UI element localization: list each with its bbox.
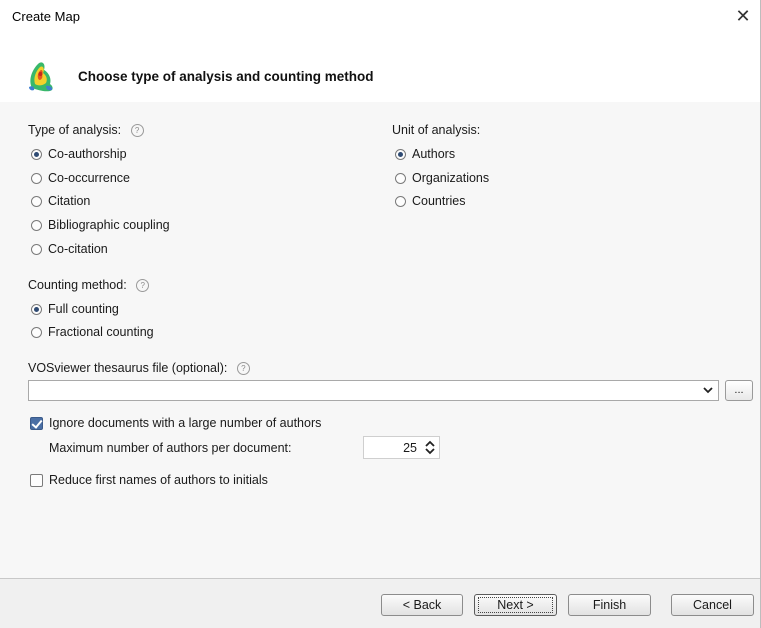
radio-full-counting[interactable]: Full counting: [31, 302, 119, 316]
radio-label: Co-occurrence: [48, 171, 130, 185]
title-bar: Create Map ✕: [0, 0, 760, 32]
radio-button[interactable]: [395, 148, 406, 160]
unit-of-analysis-heading: Unit of analysis:: [392, 123, 481, 137]
radio-authors[interactable]: Authors: [395, 147, 455, 161]
radio-co-authorship[interactable]: Co-authorship: [31, 147, 127, 161]
radio-bibliographic-coupling[interactable]: Bibliographic coupling: [31, 218, 170, 232]
radio-fractional-counting[interactable]: Fractional counting: [31, 325, 154, 339]
reduce-names-label: Reduce first names of authors to initial…: [49, 473, 268, 487]
thesaurus-file-combo[interactable]: [28, 380, 719, 401]
focus-ring: [478, 597, 553, 613]
radio-label: Countries: [412, 194, 466, 208]
radio-label: Full counting: [48, 302, 119, 316]
chevron-down-icon[interactable]: [702, 383, 714, 397]
help-icon[interactable]: ?: [136, 279, 150, 292]
radio-label: Co-authorship: [48, 147, 127, 161]
radio-button[interactable]: [31, 243, 42, 255]
radio-button[interactable]: [31, 219, 42, 231]
next-button[interactable]: Next >: [474, 594, 557, 616]
dialog-content: Type of analysis: ? Co-authorship Co-occ…: [0, 102, 760, 578]
close-icon: ✕: [735, 5, 751, 26]
radio-countries[interactable]: Countries: [395, 194, 466, 208]
back-button[interactable]: < Back: [381, 594, 463, 616]
radio-co-citation[interactable]: Co-citation: [31, 242, 108, 256]
type-of-analysis-label: Type of analysis:: [28, 123, 122, 137]
vosviewer-logo-icon: [29, 62, 53, 92]
radio-co-occurrence[interactable]: Co-occurrence: [31, 171, 130, 185]
ignore-large-documents-checkbox[interactable]: [30, 416, 43, 430]
radio-citation[interactable]: Citation: [31, 194, 90, 208]
reduce-names-checkbox-row[interactable]: Reduce first names of authors to initial…: [30, 473, 268, 487]
window-title: Create Map: [12, 9, 80, 24]
radio-button[interactable]: [31, 303, 42, 315]
radio-label: Organizations: [412, 171, 490, 185]
help-icon[interactable]: ?: [236, 362, 250, 375]
radio-label: Bibliographic coupling: [48, 218, 170, 232]
cancel-button[interactable]: Cancel: [671, 594, 754, 616]
finish-button[interactable]: Finish: [568, 594, 651, 616]
radio-button[interactable]: [31, 172, 42, 184]
radio-button[interactable]: [395, 172, 406, 184]
type-of-analysis-heading: Type of analysis: ?: [28, 123, 144, 137]
radio-label: Citation: [48, 194, 91, 208]
radio-label: Authors: [412, 147, 456, 161]
radio-label: Co-citation: [48, 242, 108, 256]
ignore-large-documents-label: Ignore documents with a large number of …: [49, 416, 322, 430]
radio-button[interactable]: [31, 326, 42, 338]
ignore-large-documents-checkbox-row[interactable]: Ignore documents with a large number of …: [30, 416, 321, 430]
thesaurus-heading: VOSviewer thesaurus file (optional): ?: [28, 361, 250, 375]
dialog-header: Choose type of analysis and counting met…: [0, 52, 760, 103]
browse-button[interactable]: ...: [725, 380, 753, 401]
max-authors-label: Maximum number of authors per document:: [49, 441, 292, 455]
create-map-dialog: Create Map ✕ Choose type of analysis and…: [0, 0, 761, 628]
help-icon[interactable]: ?: [130, 124, 144, 137]
spinner-arrows-icon[interactable]: [424, 439, 436, 456]
radio-button[interactable]: [31, 195, 42, 207]
thesaurus-label: VOSviewer thesaurus file (optional):: [28, 361, 228, 375]
radio-button[interactable]: [31, 148, 42, 160]
max-authors-spinner[interactable]: 25: [363, 436, 440, 459]
counting-method-label: Counting method:: [28, 278, 127, 292]
reduce-names-checkbox[interactable]: [30, 473, 43, 487]
header-title: Choose type of analysis and counting met…: [78, 69, 374, 84]
dialog-footer: < Back Next > Finish Cancel: [0, 578, 760, 628]
close-button[interactable]: ✕: [726, 0, 760, 32]
radio-organizations[interactable]: Organizations: [395, 171, 489, 185]
radio-button[interactable]: [395, 195, 406, 207]
radio-label: Fractional counting: [48, 325, 154, 339]
max-authors-value[interactable]: 25: [403, 441, 417, 455]
counting-method-heading: Counting method: ?: [28, 278, 150, 292]
